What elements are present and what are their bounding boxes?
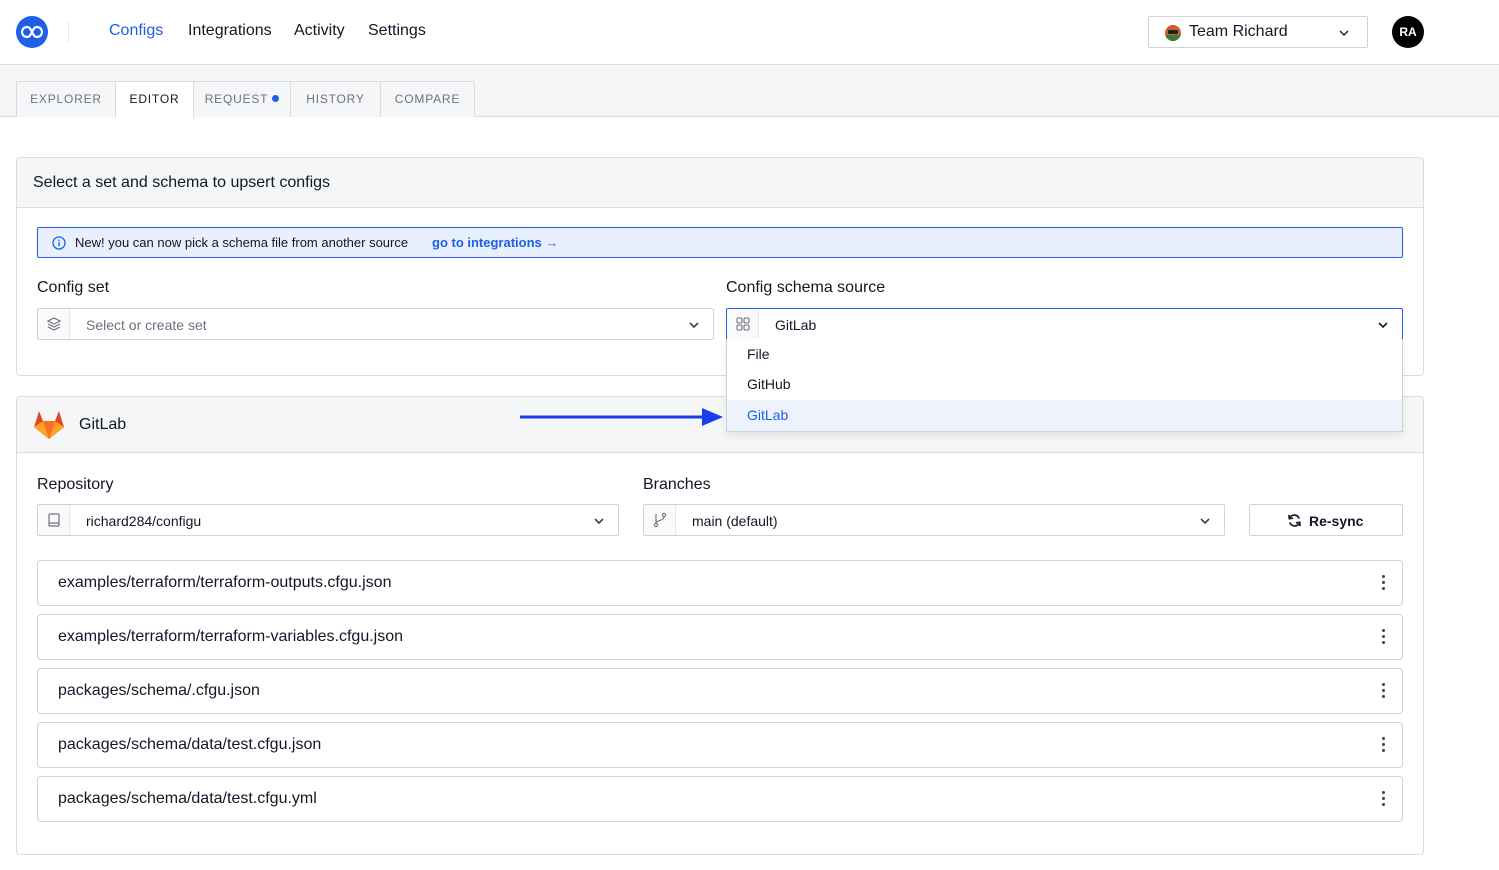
schema-source-value: GitLab (775, 317, 817, 333)
file-row[interactable]: examples/terraform/terraform-outputs.cfg… (37, 560, 1403, 606)
schema-source-dropdown: File GitHub GitLab (726, 339, 1403, 432)
schema-source-label: Config schema source (726, 279, 886, 296)
branches-label: Branches (643, 476, 711, 493)
file-row[interactable]: packages/schema/data/test.cfgu.yml (37, 776, 1403, 822)
notice-text: New! you can now pick a schema file from… (75, 235, 409, 250)
chevron-down-icon (1378, 322, 1388, 329)
tab-label: REQUEST (204, 92, 269, 106)
resync-button[interactable]: Re-sync (1249, 504, 1403, 536)
layers-icon (46, 317, 62, 331)
branch-value: main (default) (692, 513, 778, 529)
repository-icon (48, 513, 60, 527)
top-navbar: Configs Integrations Activity Settings T… (0, 0, 1499, 65)
team-name: Team Richard (1189, 23, 1288, 40)
nav-link-integrations[interactable]: Integrations (188, 22, 272, 40)
file-name: packages/schema/data/test.cfgu.yml (58, 790, 317, 807)
info-notice: New! you can now pick a schema file from… (37, 227, 1403, 258)
nav-link-configs[interactable]: Configs (109, 22, 163, 40)
unsaved-dot-icon (272, 95, 280, 102)
team-selector[interactable]: Team Richard (1148, 16, 1368, 48)
chevron-down-icon (689, 322, 699, 329)
chevron-down-icon (594, 518, 604, 525)
more-options-icon[interactable] (1378, 681, 1390, 701)
tab-compare[interactable]: COMPARE (380, 81, 475, 117)
annotation-arrow-icon (520, 408, 723, 426)
file-row[interactable]: packages/schema/data/test.cfgu.json (37, 722, 1403, 768)
tab-label: EDITOR (129, 92, 180, 106)
nav-link-settings[interactable]: Settings (368, 22, 426, 40)
select-icon-box (727, 309, 759, 339)
user-avatar[interactable]: RA (1392, 16, 1424, 48)
apps-grid-icon (736, 317, 750, 331)
more-options-icon[interactable] (1378, 735, 1390, 755)
configu-logo-icon[interactable] (16, 16, 48, 48)
tab-label: COMPARE (394, 92, 461, 106)
go-to-integrations-link[interactable]: go to integrations → (432, 235, 558, 250)
tab-request[interactable]: REQUEST (193, 81, 291, 117)
file-name: packages/schema/.cfgu.json (58, 682, 260, 699)
more-options-icon[interactable] (1378, 573, 1390, 593)
repository-select[interactable]: richard284/configu (37, 504, 619, 536)
resync-label: Re-sync (1309, 513, 1364, 529)
select-icon-box (644, 505, 676, 535)
gitlab-panel-title: GitLab (79, 416, 127, 433)
select-icon-box (38, 309, 70, 339)
branch-select[interactable]: main (default) (643, 504, 1225, 536)
repository-label: Repository (37, 476, 114, 493)
nav-divider (68, 22, 69, 42)
more-options-icon[interactable] (1378, 627, 1390, 647)
tab-history[interactable]: HISTORY (290, 81, 381, 117)
file-row[interactable]: examples/terraform/terraform-variables.c… (37, 614, 1403, 660)
upsert-panel-header: Select a set and schema to upsert config… (17, 158, 1423, 208)
config-set-placeholder: Select or create set (86, 317, 207, 333)
tab-editor[interactable]: EDITOR (115, 81, 194, 118)
git-branch-icon (653, 512, 667, 528)
more-options-icon[interactable] (1378, 789, 1390, 809)
info-icon (52, 236, 66, 250)
nav-link-activity[interactable]: Activity (294, 22, 345, 40)
dropdown-option-file[interactable]: File (727, 339, 1402, 370)
tab-explorer[interactable]: EXPLORER (16, 81, 116, 117)
file-name: examples/terraform/terraform-variables.c… (58, 628, 404, 645)
repository-value: richard284/configu (86, 513, 202, 529)
config-set-label: Config set (37, 279, 110, 296)
team-avatar-icon (1165, 25, 1181, 41)
dropdown-option-gitlab[interactable]: GitLab (727, 400, 1402, 431)
chevron-down-icon (1339, 30, 1349, 37)
dropdown-option-github[interactable]: GitHub (727, 369, 1402, 400)
chevron-down-icon (1200, 518, 1210, 525)
file-row[interactable]: packages/schema/.cfgu.json (37, 668, 1403, 714)
gitlab-logo-icon (34, 411, 64, 439)
tab-bar: EXPLORER EDITOR REQUEST HISTORY COMPARE (0, 65, 1499, 118)
upsert-panel-title: Select a set and schema to upsert config… (33, 174, 331, 191)
select-icon-box (38, 505, 70, 535)
refresh-icon (1288, 514, 1301, 527)
tab-label: EXPLORER (30, 92, 102, 106)
tab-label: HISTORY (306, 92, 365, 106)
file-name: packages/schema/data/test.cfgu.json (58, 736, 322, 753)
config-set-select[interactable]: Select or create set (37, 308, 714, 340)
schema-source-select[interactable]: GitLab (726, 308, 1403, 340)
file-name: examples/terraform/terraform-outputs.cfg… (58, 574, 392, 591)
